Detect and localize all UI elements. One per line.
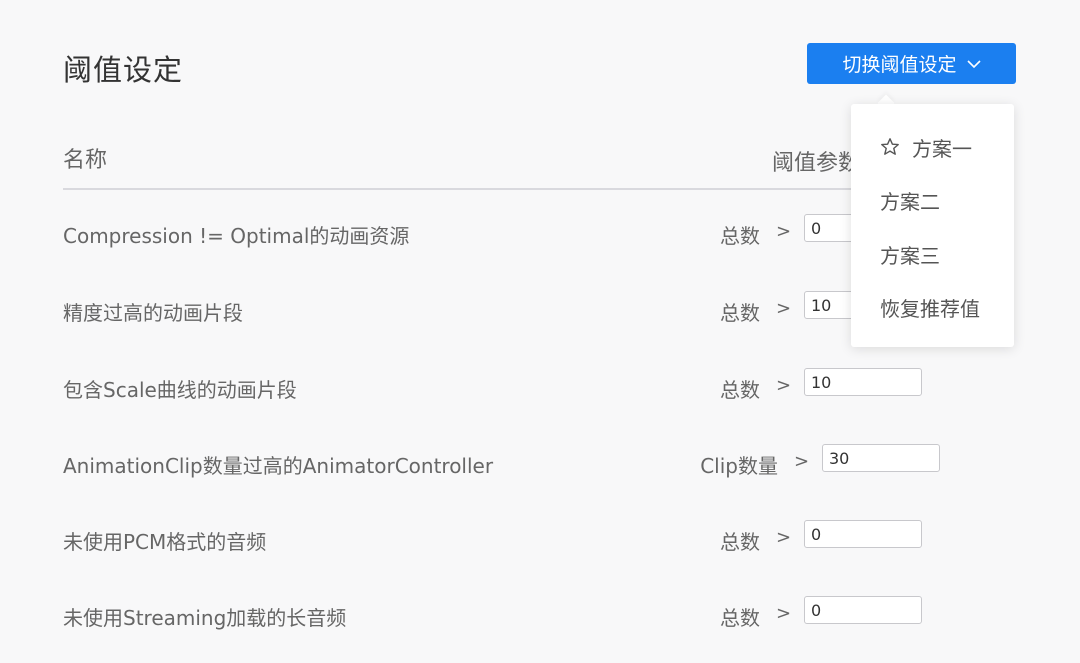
table-row: AnimationClip数量过高的AnimatorController Cli… (63, 443, 963, 483)
row-operator: > (794, 451, 810, 472)
menu-item-label: 方案二 (880, 189, 940, 214)
switch-button-label: 切换阈值设定 (842, 54, 957, 76)
table-row: 精度过高的动画片段 总数 > (63, 290, 963, 330)
row-name: 包含Scale曲线的动画片段 (63, 378, 297, 402)
row-param-label: Clip数量 (700, 454, 778, 478)
menu-item-scheme-1[interactable]: 方案一 (851, 127, 1014, 167)
row-name: 精度过高的动画片段 (63, 301, 243, 325)
menu-item-restore-defaults[interactable]: 恢复推荐值 (851, 287, 1014, 327)
row-operator: > (776, 375, 792, 396)
threshold-input[interactable] (804, 368, 922, 396)
threshold-input[interactable] (822, 444, 940, 472)
table-row: 未使用Streaming加载的长音频 总数 > (63, 595, 963, 635)
menu-item-label: 方案三 (880, 243, 940, 268)
row-name: 未使用PCM格式的音频 (63, 530, 267, 554)
scheme-dropdown-menu: 方案一 方案二 方案三 恢复推荐值 (851, 104, 1014, 347)
column-header-params: 阈值参数 (772, 151, 861, 176)
menu-item-label: 恢复推荐值 (880, 296, 980, 321)
star-icon (881, 138, 899, 155)
row-operator: > (776, 603, 792, 624)
row-name: AnimationClip数量过高的AnimatorController (63, 454, 494, 478)
row-param-label: 总数 (720, 378, 760, 402)
row-param-label: 总数 (720, 301, 760, 325)
row-param-label: 总数 (720, 224, 760, 248)
switch-threshold-button[interactable]: 切换阈值设定 (807, 43, 1016, 84)
table-header: 名称 阈值参数 (63, 140, 963, 190)
row-operator: > (776, 298, 792, 319)
row-operator: > (776, 527, 792, 548)
menu-item-scheme-2[interactable]: 方案二 (851, 180, 1014, 220)
row-operator: > (776, 221, 792, 242)
column-header-name: 名称 (63, 148, 108, 173)
threshold-input[interactable] (804, 520, 922, 548)
chevron-down-icon (966, 59, 981, 68)
threshold-input[interactable] (804, 596, 922, 624)
row-name: Compression != Optimal的动画资源 (63, 224, 410, 248)
table-row: 包含Scale曲线的动画片段 总数 > (63, 367, 963, 407)
table-row: 未使用PCM格式的音频 总数 > (63, 519, 963, 559)
table-row: Compression != Optimal的动画资源 总数 > (63, 213, 963, 253)
row-name: 未使用Streaming加载的长音频 (63, 606, 347, 630)
menu-item-label: 方案一 (912, 136, 972, 161)
page-title: 阈值设定 (63, 53, 184, 87)
menu-item-scheme-3[interactable]: 方案三 (851, 234, 1014, 274)
row-param-label: 总数 (720, 606, 760, 630)
row-param-label: 总数 (720, 530, 760, 554)
